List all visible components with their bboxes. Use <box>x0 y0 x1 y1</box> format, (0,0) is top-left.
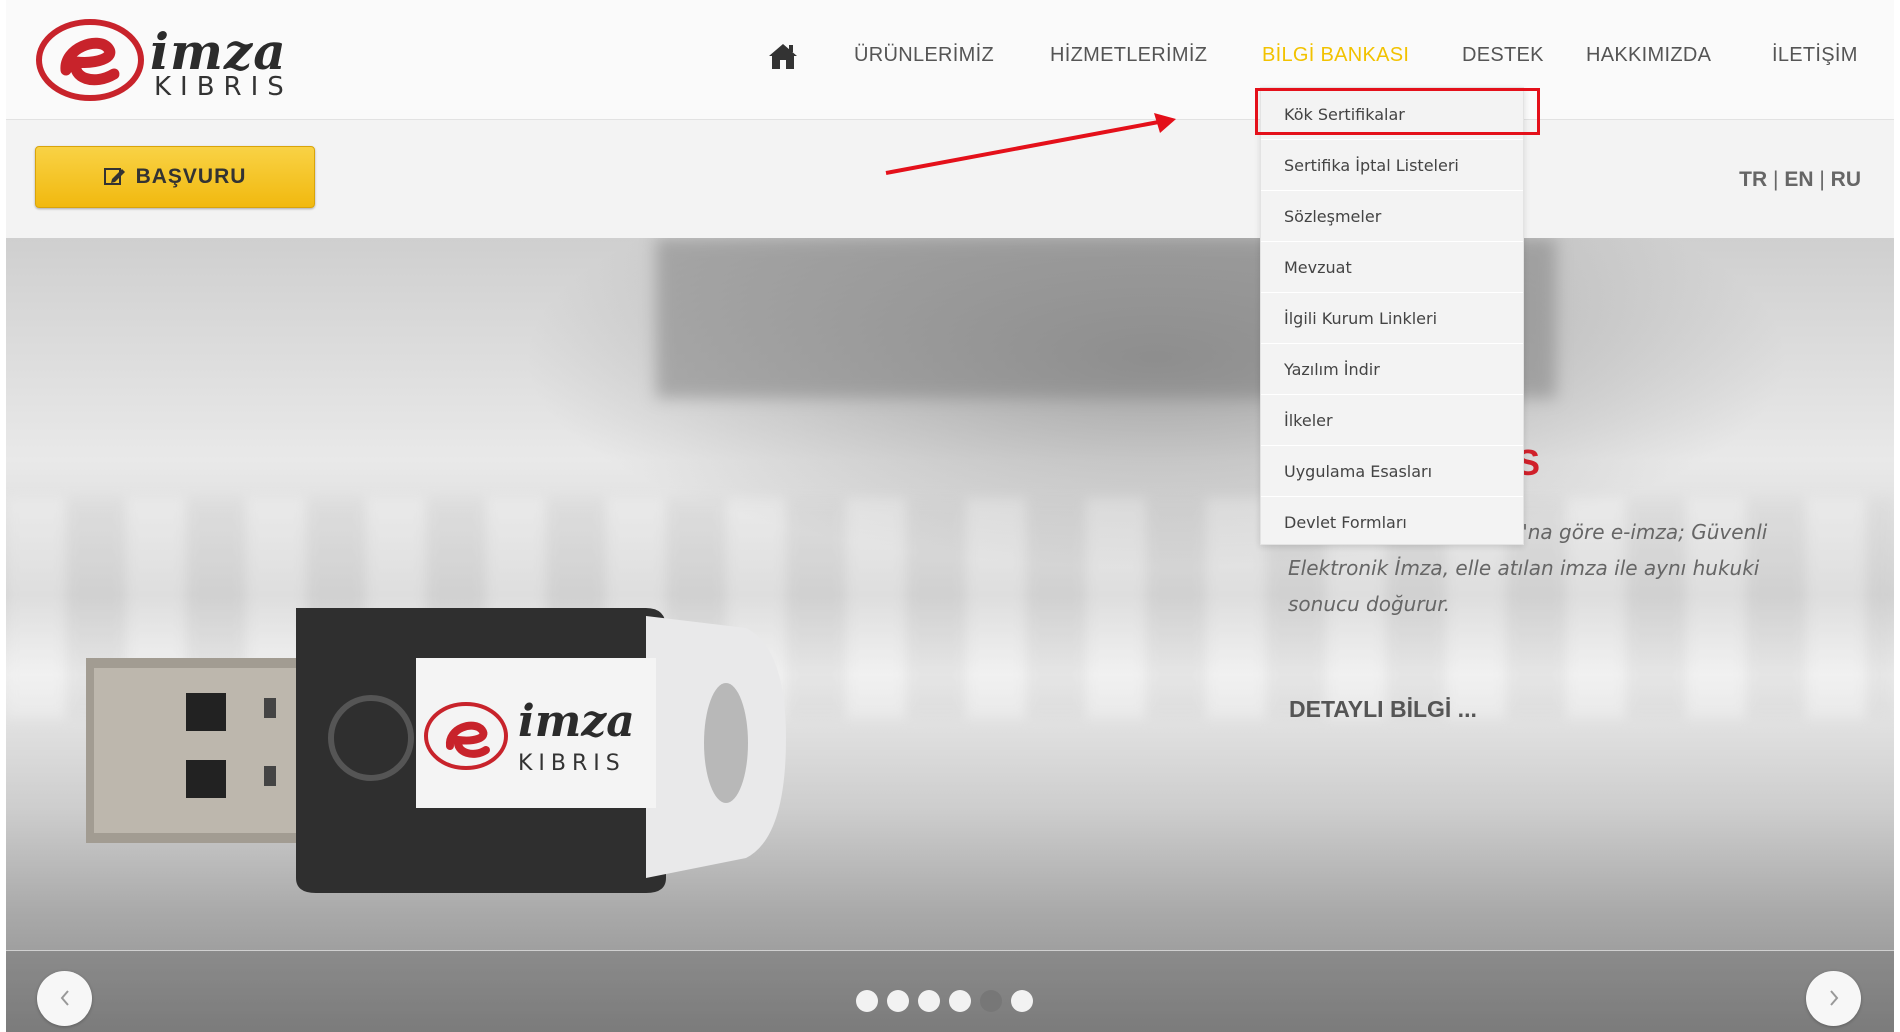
pagination-dot[interactable] <box>1011 990 1033 1012</box>
pagination-dot[interactable] <box>949 990 971 1012</box>
pagination-dot[interactable] <box>918 990 940 1012</box>
site-logo[interactable]: imza KIBRIS <box>36 18 306 108</box>
usb-token-image: imza KIBRIS <box>86 608 786 893</box>
site-header: imza KIBRIS ÜRÜNLERİMİZ HİZMETLERİMİZ Bİ… <box>6 0 1894 120</box>
chevron-left-icon <box>60 990 69 1006</box>
dropdown-item-ilkeler[interactable]: İlkeler <box>1261 394 1523 445</box>
usb-label-sub: KIBRIS <box>518 751 626 776</box>
home-icon[interactable] <box>768 42 798 70</box>
pagination-dot[interactable] <box>856 990 878 1012</box>
nav-iletisim[interactable]: İLETİŞİM <box>1772 44 1858 67</box>
lang-tr[interactable]: TR <box>1739 168 1767 191</box>
dropdown-item-yazilim-indir[interactable]: Yazılım İndir <box>1261 343 1523 394</box>
logo-sub: KIBRIS <box>154 72 293 102</box>
language-switcher: TR | EN | RU <box>1739 168 1861 192</box>
lang-en[interactable]: EN <box>1784 168 1813 191</box>
slider-next-button[interactable] <box>1806 971 1861 1026</box>
dropdown-item-mevzuat[interactable]: Mevzuat <box>1261 241 1523 292</box>
dropdown-item-uygulama-esaslari[interactable]: Uygulama Esasları <box>1261 445 1523 496</box>
slider-prev-button[interactable] <box>37 971 92 1026</box>
nav-hizmetlerimiz[interactable]: HİZMETLERİMİZ <box>1050 44 1207 67</box>
pagination-dot-active[interactable] <box>980 990 1002 1012</box>
nav-bilgi-bankasi[interactable]: BİLGİ BANKASI <box>1262 44 1409 67</box>
dropdown-item-sozlesmeler[interactable]: Sözleşmeler <box>1261 190 1523 241</box>
dropdown-item-ilgili-kurum-linkleri[interactable]: İlgili Kurum Linkleri <box>1261 292 1523 343</box>
page: imza KIBRIS ÜRÜNLERİMİZ HİZMETLERİMİZ Bİ… <box>6 0 1894 1032</box>
lang-separator: | <box>1773 168 1779 191</box>
edit-icon <box>103 168 125 185</box>
apply-button[interactable]: BAŞVURU <box>35 146 315 208</box>
hero-slider: IS ı Elektronik İmza Yasası'na göre e-im… <box>6 238 1894 1032</box>
dropdown-item-sertifika-iptal-listeleri[interactable]: Sertifika İptal Listeleri <box>1261 139 1523 190</box>
pagination-dot[interactable] <box>887 990 909 1012</box>
lang-separator: | <box>1819 168 1825 191</box>
chevron-right-icon <box>1830 990 1839 1006</box>
annotation-highlight-box <box>1255 88 1540 135</box>
lang-ru[interactable]: RU <box>1831 168 1861 191</box>
annotation-arrow-icon <box>885 113 1176 175</box>
nav-hakkimizda[interactable]: HAKKIMIZDA <box>1586 44 1711 67</box>
usb-label-brand: imza <box>518 696 635 747</box>
slider-pagination <box>856 990 1042 1016</box>
slide-more-link[interactable]: DETAYLI BİLGİ ... <box>1289 696 1477 723</box>
nav-urunlerimiz[interactable]: ÜRÜNLERİMİZ <box>854 44 994 67</box>
e-logo-icon <box>36 19 144 101</box>
dropdown-item-devlet-formlari[interactable]: Devlet Formları <box>1261 496 1523 547</box>
apply-button-label: BAŞVURU <box>135 165 247 188</box>
nav-destek[interactable]: DESTEK <box>1462 44 1544 67</box>
bilgi-bankasi-dropdown: Kök Sertifikalar Sertifika İptal Listele… <box>1260 87 1524 545</box>
